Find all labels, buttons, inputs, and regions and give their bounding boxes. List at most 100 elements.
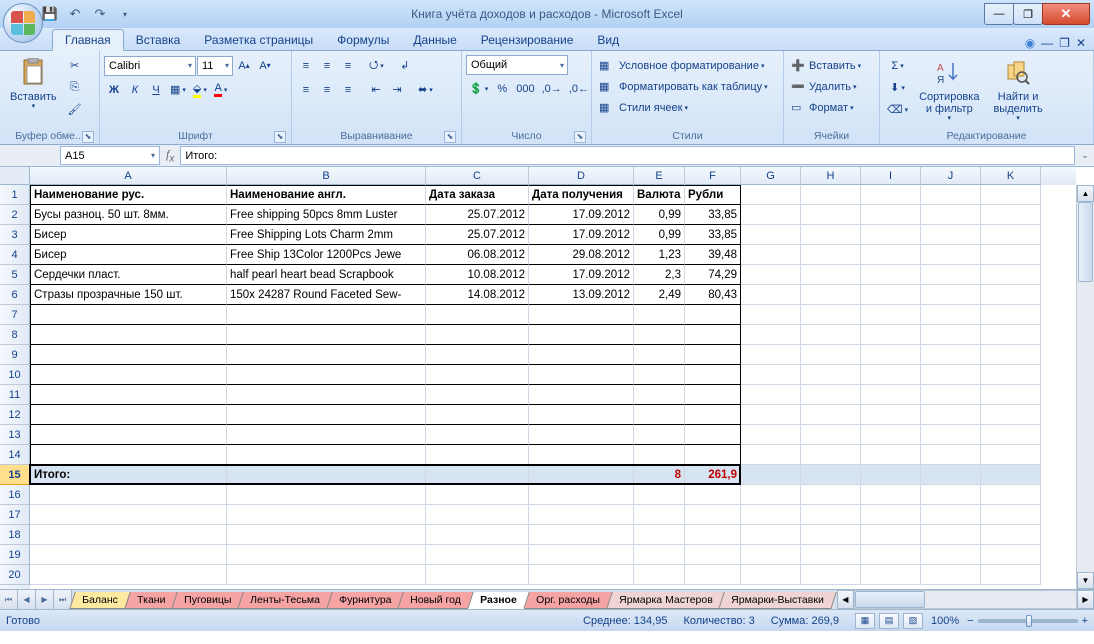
- cell[interactable]: [685, 385, 741, 405]
- horizontal-scrollbar[interactable]: ◀ ▶: [837, 590, 1094, 609]
- cell[interactable]: [981, 205, 1041, 225]
- cell[interactable]: [981, 365, 1041, 385]
- scroll-right-icon[interactable]: ▶: [1077, 590, 1094, 609]
- cell[interactable]: [741, 445, 801, 465]
- find-select-button[interactable]: Найти и выделить▾: [987, 55, 1048, 125]
- row-header[interactable]: 14: [0, 445, 30, 465]
- cell[interactable]: [801, 365, 861, 385]
- cell[interactable]: [921, 185, 981, 205]
- insert-cells-button[interactable]: ➕Вставить: [788, 55, 875, 76]
- column-header[interactable]: D: [529, 167, 634, 185]
- cell[interactable]: 2,49: [634, 285, 685, 305]
- tab-view[interactable]: Вид: [585, 30, 631, 50]
- cell[interactable]: 17.09.2012: [529, 265, 634, 285]
- column-header[interactable]: E: [634, 167, 685, 185]
- name-box[interactable]: A15: [60, 146, 160, 165]
- cell[interactable]: [741, 205, 801, 225]
- column-header[interactable]: K: [981, 167, 1041, 185]
- cell[interactable]: [227, 425, 426, 445]
- zoom-in-button[interactable]: +: [1082, 615, 1088, 627]
- cell[interactable]: [529, 565, 634, 585]
- cell[interactable]: 17.09.2012: [529, 225, 634, 245]
- cell[interactable]: [921, 425, 981, 445]
- cell[interactable]: 25.07.2012: [426, 225, 529, 245]
- format-painter-button[interactable]: 🖌: [65, 99, 85, 120]
- cell[interactable]: [801, 185, 861, 205]
- row-header[interactable]: 8: [0, 325, 30, 345]
- row-header[interactable]: 13: [0, 425, 30, 445]
- cell[interactable]: [30, 445, 227, 465]
- cell[interactable]: Рубли: [685, 185, 741, 205]
- cell[interactable]: [801, 445, 861, 465]
- cell[interactable]: [634, 525, 685, 545]
- column-header[interactable]: I: [861, 167, 921, 185]
- cell[interactable]: [921, 545, 981, 565]
- close-button[interactable]: ✕: [1042, 3, 1090, 25]
- scroll-down-icon[interactable]: ▼: [1077, 572, 1094, 589]
- autosum-button[interactable]: Σ: [884, 55, 911, 76]
- cell[interactable]: 29.08.2012: [529, 245, 634, 265]
- cell[interactable]: [426, 525, 529, 545]
- row-header[interactable]: 10: [0, 365, 30, 385]
- borders-button[interactable]: ▦: [167, 79, 189, 100]
- row-header[interactable]: 7: [0, 305, 30, 325]
- cell[interactable]: 33,85: [685, 205, 741, 225]
- worksheet-grid[interactable]: ABCDEFGHIJK 1234567891011121314151617181…: [0, 167, 1094, 589]
- cell[interactable]: [801, 265, 861, 285]
- sheet-prev-icon[interactable]: ◀: [18, 590, 36, 609]
- cell[interactable]: [921, 445, 981, 465]
- sort-filter-button[interactable]: АЯ Сортировка и фильтр▾: [913, 55, 985, 125]
- cell[interactable]: [741, 245, 801, 265]
- cell[interactable]: [426, 305, 529, 325]
- cell[interactable]: [861, 285, 921, 305]
- cell[interactable]: [227, 445, 426, 465]
- cell[interactable]: 0,99: [634, 205, 685, 225]
- font-name-combo[interactable]: Calibri: [104, 56, 196, 76]
- cell[interactable]: [426, 365, 529, 385]
- cell[interactable]: 2,3: [634, 265, 685, 285]
- cell[interactable]: [981, 465, 1041, 485]
- cell[interactable]: [227, 545, 426, 565]
- row-header[interactable]: 6: [0, 285, 30, 305]
- sheet-tab[interactable]: Ярмарки-Выставки: [718, 592, 836, 609]
- column-header[interactable]: J: [921, 167, 981, 185]
- cell[interactable]: [685, 445, 741, 465]
- cell[interactable]: [30, 505, 227, 525]
- cell[interactable]: [529, 485, 634, 505]
- cell[interactable]: [426, 565, 529, 585]
- cell[interactable]: [801, 205, 861, 225]
- cell[interactable]: [741, 405, 801, 425]
- cell[interactable]: [861, 545, 921, 565]
- cell[interactable]: [529, 545, 634, 565]
- cell[interactable]: [685, 525, 741, 545]
- fx-icon[interactable]: fx: [166, 147, 174, 164]
- font-launcher-icon[interactable]: ⬊: [274, 131, 286, 143]
- sheet-tab[interactable]: Пуговицы: [171, 592, 244, 609]
- cell[interactable]: [685, 545, 741, 565]
- mdi-minimize-icon[interactable]: —: [1041, 36, 1053, 50]
- cell[interactable]: [227, 565, 426, 585]
- increase-decimal-button[interactable]: ,0→: [539, 78, 565, 99]
- mdi-restore-icon[interactable]: ❐: [1059, 36, 1070, 50]
- cell[interactable]: 80,43: [685, 285, 741, 305]
- row-header[interactable]: 5: [0, 265, 30, 285]
- cell[interactable]: [921, 405, 981, 425]
- cell[interactable]: 74,29: [685, 265, 741, 285]
- cell[interactable]: [861, 245, 921, 265]
- column-header[interactable]: F: [685, 167, 741, 185]
- align-left-button[interactable]: ≡: [296, 79, 316, 100]
- font-color-button[interactable]: A: [211, 79, 231, 100]
- cell[interactable]: Free shipping 50pcs 8mm Luster: [227, 205, 426, 225]
- cell[interactable]: 8: [634, 465, 685, 485]
- cell[interactable]: [529, 445, 634, 465]
- cell[interactable]: [921, 525, 981, 545]
- cell[interactable]: [981, 485, 1041, 505]
- cell[interactable]: [634, 365, 685, 385]
- cell[interactable]: [861, 465, 921, 485]
- bold-button[interactable]: Ж: [104, 79, 124, 100]
- sheet-first-icon[interactable]: ⏮: [0, 590, 18, 609]
- cell[interactable]: [861, 305, 921, 325]
- cell[interactable]: [801, 485, 861, 505]
- align-right-button[interactable]: ≡: [338, 79, 358, 100]
- cell[interactable]: [529, 365, 634, 385]
